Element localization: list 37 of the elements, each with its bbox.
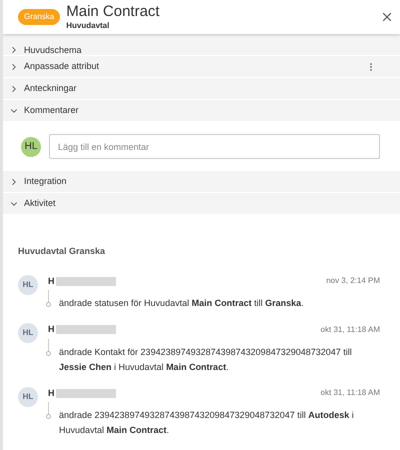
activity-text: ändrade 2394238974932874398743209847329048732047 till Autodesk i Huvudavtal Main Contract. xyxy=(59,409,355,437)
timestamp: okt 31, 11:18 AM xyxy=(320,387,380,400)
status-badge: Granska xyxy=(18,9,60,25)
redacted-name xyxy=(56,276,116,286)
timestamp: nov 3, 2:14 PM xyxy=(326,275,380,288)
section-header[interactable]: Anteckningar xyxy=(3,78,400,99)
timeline-connector xyxy=(48,402,53,418)
user-name: H xyxy=(48,323,54,336)
user-name: H xyxy=(48,386,54,400)
contract-title: Main Contract xyxy=(66,2,160,20)
section-title: Aktivitet xyxy=(24,199,56,208)
timeline-connector xyxy=(48,290,53,306)
avatar: HL xyxy=(18,274,38,294)
redacted-name xyxy=(56,325,116,334)
section-header[interactable]: Huvudschema xyxy=(3,34,400,55)
section-header[interactable]: Anpassade attribut xyxy=(3,56,400,77)
timestamp: okt 31, 11:18 AM xyxy=(320,324,380,336)
activity-text: ändrade statusen för Huvudavtal Main Contract till Granska. xyxy=(59,297,304,310)
activity-text: ändrade Kontakt för 2394238974932874398743209847329048732047 till Jessie Chen i Huvudavtal Main Contract. xyxy=(59,346,353,374)
avatar: HL xyxy=(18,323,38,343)
user-name: H xyxy=(48,274,54,288)
section-title: Anpassade attribut xyxy=(24,62,100,71)
avatar: HL xyxy=(21,136,41,156)
section-header[interactable]: Aktivitet xyxy=(3,193,400,214)
redacted-name xyxy=(56,388,116,398)
section-header[interactable]: Integration xyxy=(3,171,400,192)
comment-field[interactable]: Lägg till en kommentar xyxy=(49,134,380,159)
timeline-connector xyxy=(48,338,53,354)
close-icon[interactable] xyxy=(380,10,394,24)
activity-heading: Huvudavtal Granska xyxy=(18,245,106,258)
section-title: Anteckningar xyxy=(24,84,77,93)
contract-type: Huvudavtal xyxy=(66,20,110,32)
section-header[interactable]: Kommentarer xyxy=(3,100,400,121)
section-title: Kommentarer xyxy=(24,106,79,115)
section-title: Integration xyxy=(24,177,67,186)
avatar: HL xyxy=(18,386,38,406)
section-title: Huvudschema xyxy=(24,46,82,55)
